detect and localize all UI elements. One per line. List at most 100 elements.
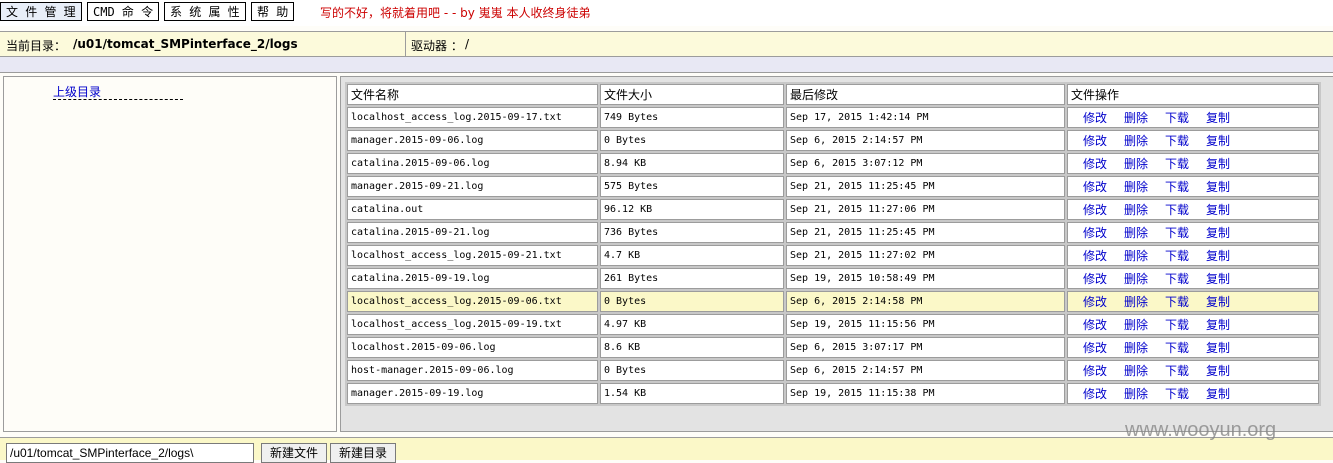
col-header-modified: 最后修改 xyxy=(786,84,1065,105)
table-row: localhost_access_log.2015-09-19.txt 4.97 … xyxy=(347,314,1319,335)
menu-cmd[interactable]: CMD 命 令 xyxy=(87,2,160,21)
edit-link[interactable]: 修改 xyxy=(1083,111,1107,125)
edit-link[interactable]: 修改 xyxy=(1083,203,1107,217)
delete-link[interactable]: 删除 xyxy=(1124,295,1148,309)
table-row: host-manager.2015-09-06.log 0 Bytes Sep 6,… xyxy=(347,360,1319,381)
copy-link[interactable]: 复制 xyxy=(1206,226,1230,240)
table-row: localhost_access_log.2015-09-17.txt 749 B… xyxy=(347,107,1319,128)
watermark: www.wooyun.org xyxy=(1125,419,1277,441)
edit-link[interactable]: 修改 xyxy=(1083,180,1107,194)
copy-link[interactable]: 复制 xyxy=(1206,341,1230,355)
delete-link[interactable]: 删除 xyxy=(1124,364,1148,378)
directory-sidebar: 上级目录 xyxy=(3,76,337,432)
edit-link[interactable]: 修改 xyxy=(1083,157,1107,171)
edit-link[interactable]: 修改 xyxy=(1083,364,1107,378)
delete-link[interactable]: 删除 xyxy=(1124,387,1148,401)
delete-link[interactable]: 删除 xyxy=(1124,134,1148,148)
copy-link[interactable]: 复制 xyxy=(1206,157,1230,171)
path-bar: 当前目录： /u01/tomcat_SMPinterface_2/logs 驱动… xyxy=(0,31,1333,57)
file-size: 0 Bytes xyxy=(600,360,784,381)
download-link[interactable]: 下载 xyxy=(1165,295,1189,309)
path-input[interactable] xyxy=(6,443,254,463)
edit-link[interactable]: 修改 xyxy=(1083,341,1107,355)
table-row: catalina.out 96.12 KB Sep 21, 2015 11:27:0… xyxy=(347,199,1319,220)
table-row: localhost.2015-09-06.log 8.6 KB Sep 6, 201… xyxy=(347,337,1319,358)
edit-link[interactable]: 修改 xyxy=(1083,318,1107,332)
menu-file-manager[interactable]: 文 件 管 理 xyxy=(0,2,82,21)
delete-link[interactable]: 删除 xyxy=(1124,341,1148,355)
file-name: host-manager.2015-09-06.log xyxy=(347,360,598,381)
edit-link[interactable]: 修改 xyxy=(1083,249,1107,263)
file-name: manager.2015-09-06.log xyxy=(347,130,598,151)
parent-dir-link[interactable]: 上级目录 xyxy=(53,83,101,100)
edit-link[interactable]: 修改 xyxy=(1083,295,1107,309)
delete-link[interactable]: 删除 xyxy=(1124,111,1148,125)
menu-system-properties[interactable]: 系 统 属 性 xyxy=(164,2,246,21)
download-link[interactable]: 下载 xyxy=(1165,157,1189,171)
download-link[interactable]: 下载 xyxy=(1165,226,1189,240)
download-link[interactable]: 下载 xyxy=(1165,318,1189,332)
download-link[interactable]: 下载 xyxy=(1165,341,1189,355)
file-ops: 修改 删除 下载 复制 xyxy=(1067,107,1319,128)
file-size: 8.94 KB xyxy=(600,153,784,174)
file-name: localhost.2015-09-06.log xyxy=(347,337,598,358)
file-ops: 修改 删除 下载 复制 xyxy=(1067,314,1319,335)
file-name: catalina.2015-09-19.log xyxy=(347,268,598,289)
edit-link[interactable]: 修改 xyxy=(1083,272,1107,286)
copy-link[interactable]: 复制 xyxy=(1206,295,1230,309)
copy-link[interactable]: 复制 xyxy=(1206,203,1230,217)
copy-link[interactable]: 复制 xyxy=(1206,111,1230,125)
table-row: manager.2015-09-21.log 575 Bytes Sep 21, 2… xyxy=(347,176,1319,197)
file-size: 575 Bytes xyxy=(600,176,784,197)
download-link[interactable]: 下载 xyxy=(1165,249,1189,263)
file-modified: Sep 17, 2015 1:42:14 PM xyxy=(786,107,1065,128)
delete-link[interactable]: 删除 xyxy=(1124,318,1148,332)
file-name: manager.2015-09-19.log xyxy=(347,383,598,404)
copy-link[interactable]: 复制 xyxy=(1206,364,1230,378)
delete-link[interactable]: 删除 xyxy=(1124,180,1148,194)
delete-link[interactable]: 删除 xyxy=(1124,226,1148,240)
file-name: localhost_access_log.2015-09-19.txt xyxy=(347,314,598,335)
file-table: 文件名称 文件大小 最后修改 文件操作 localhost_access_log… xyxy=(345,82,1321,406)
delete-link[interactable]: 删除 xyxy=(1124,272,1148,286)
delete-link[interactable]: 删除 xyxy=(1124,249,1148,263)
delete-link[interactable]: 删除 xyxy=(1124,203,1148,217)
new-file-button[interactable]: 新建文件 xyxy=(261,443,328,463)
section-gap xyxy=(0,57,1333,72)
table-row: manager.2015-09-06.log 0 Bytes Sep 6, 2015… xyxy=(347,130,1319,151)
download-link[interactable]: 下载 xyxy=(1165,364,1189,378)
file-size: 261 Bytes xyxy=(600,268,784,289)
file-modified: Sep 21, 2015 11:25:45 PM xyxy=(786,222,1065,243)
menu-help[interactable]: 帮 助 xyxy=(251,2,295,21)
file-name: catalina.2015-09-21.log xyxy=(347,222,598,243)
file-modified: Sep 19, 2015 10:58:49 PM xyxy=(786,268,1065,289)
download-link[interactable]: 下载 xyxy=(1165,180,1189,194)
copy-link[interactable]: 复制 xyxy=(1206,180,1230,194)
download-link[interactable]: 下载 xyxy=(1165,111,1189,125)
col-header-size: 文件大小 xyxy=(600,84,784,105)
edit-link[interactable]: 修改 xyxy=(1083,226,1107,240)
drive-link[interactable]: / xyxy=(465,37,469,51)
download-link[interactable]: 下载 xyxy=(1165,134,1189,148)
delete-link[interactable]: 删除 xyxy=(1124,157,1148,171)
current-dir-label: 当前目录： xyxy=(6,39,67,53)
current-dir-path: /u01/tomcat_SMPinterface_2/logs xyxy=(73,37,298,51)
copy-link[interactable]: 复制 xyxy=(1206,318,1230,332)
file-size: 8.6 KB xyxy=(600,337,784,358)
file-size: 4.7 KB xyxy=(600,245,784,266)
file-ops: 修改 删除 下载 复制 xyxy=(1067,130,1319,151)
download-link[interactable]: 下载 xyxy=(1165,272,1189,286)
copy-link[interactable]: 复制 xyxy=(1206,272,1230,286)
new-dir-button[interactable]: 新建目录 xyxy=(330,443,397,463)
main-area: 上级目录 文件名称 文件大小 最后修改 文件操作 localhost_acces… xyxy=(0,72,1333,437)
download-link[interactable]: 下载 xyxy=(1165,203,1189,217)
table-header-row: 文件名称 文件大小 最后修改 文件操作 xyxy=(347,84,1319,105)
edit-link[interactable]: 修改 xyxy=(1083,387,1107,401)
download-link[interactable]: 下载 xyxy=(1165,387,1189,401)
copy-link[interactable]: 复制 xyxy=(1206,249,1230,263)
copy-link[interactable]: 复制 xyxy=(1206,134,1230,148)
edit-link[interactable]: 修改 xyxy=(1083,134,1107,148)
copy-link[interactable]: 复制 xyxy=(1206,387,1230,401)
drive-label: 驱动器 ： xyxy=(411,39,463,53)
table-row: catalina.2015-09-21.log 736 Bytes Sep 21, … xyxy=(347,222,1319,243)
